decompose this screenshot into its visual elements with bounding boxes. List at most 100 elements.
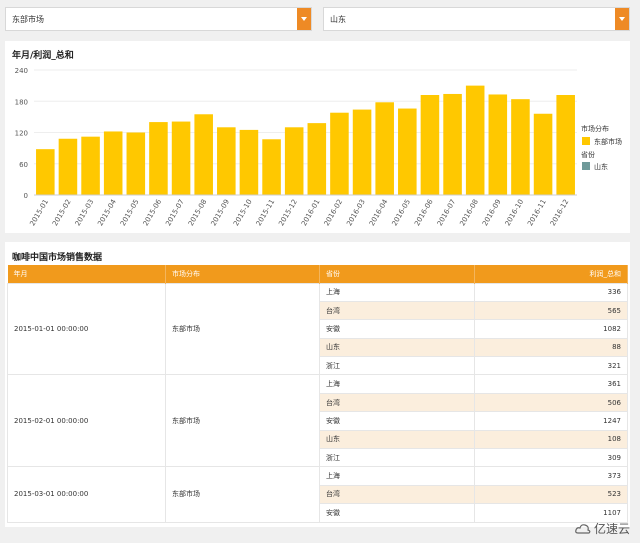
cell-province: 上海 bbox=[319, 466, 475, 486]
legend-item-province: 山东 bbox=[594, 162, 608, 171]
x-tick-label: 2015-01 bbox=[28, 198, 50, 227]
table-header-row: 年月 市场分布 省份 利润_总和 bbox=[7, 265, 628, 283]
bar bbox=[284, 127, 304, 195]
x-tick-label: 2016-07 bbox=[436, 198, 458, 227]
cell-province: 安徽 bbox=[319, 319, 475, 339]
bar bbox=[556, 95, 575, 195]
chart-panel: 年月/利润_总和 0 60 120 180 240 2015-01 2015-02 2015-… bbox=[5, 41, 630, 233]
y-tick-label: 180 bbox=[15, 98, 28, 106]
cell-month: 2015-02-01 00:00:00 bbox=[7, 374, 166, 468]
table-row[interactable]: 2015-01-01 00:00:00 东部市场 上海 336 bbox=[7, 282, 628, 376]
cell-province: 上海 bbox=[319, 374, 475, 394]
cell-profit: 88 bbox=[474, 337, 628, 358]
bar bbox=[443, 93, 462, 195]
table-row[interactable]: 2015-03-01 00:00:00 东部市场 上海 373 bbox=[7, 466, 628, 523]
province-filter[interactable]: 山东 bbox=[323, 7, 630, 31]
y-tick-label: 120 bbox=[15, 130, 28, 138]
y-tick-label: 60 bbox=[19, 161, 28, 169]
cell-profit: 373 bbox=[474, 466, 628, 486]
x-tick-label: 2015-05 bbox=[119, 198, 141, 227]
cell-province: 台湾 bbox=[319, 392, 475, 413]
x-tick-label: 2016-01 bbox=[300, 198, 322, 227]
bar bbox=[352, 109, 372, 195]
x-tick-label: 2015-12 bbox=[277, 198, 299, 227]
col-header-profit[interactable]: 利润_总和 bbox=[474, 265, 628, 283]
cell-province: 浙江 bbox=[319, 356, 475, 376]
x-tick-label: 2015-09 bbox=[209, 198, 231, 227]
legend-item-market: 东部市场 bbox=[594, 137, 622, 146]
bar bbox=[103, 131, 123, 195]
col-header-month[interactable]: 年月 bbox=[7, 265, 166, 283]
x-tick-label: 2016-12 bbox=[549, 198, 571, 227]
bar bbox=[262, 139, 281, 195]
y-tick-label: 240 bbox=[15, 67, 28, 75]
cell-profit: 523 bbox=[474, 484, 628, 505]
col-header-market[interactable]: 市场分布 bbox=[165, 265, 320, 283]
x-tick-label: 2016-08 bbox=[458, 198, 480, 227]
cell-month: 2015-03-01 00:00:00 bbox=[7, 466, 166, 523]
bar bbox=[398, 108, 417, 195]
bar bbox=[420, 95, 440, 195]
x-tick-label: 2015-10 bbox=[232, 198, 254, 227]
x-tick-label: 2016-09 bbox=[481, 198, 503, 227]
bar bbox=[126, 132, 146, 195]
cell-market: 东部市场 bbox=[165, 282, 320, 376]
cell-province: 浙江 bbox=[319, 448, 475, 468]
bar bbox=[149, 122, 168, 195]
x-tick-label: 2015-03 bbox=[74, 198, 96, 227]
watermark-text: 亿速云 bbox=[593, 522, 630, 536]
bar-chart: 0 60 120 180 240 2015-01 2015-02 2015-03 2015-04… bbox=[15, 67, 622, 228]
legend-title-province: 省份 bbox=[581, 150, 595, 159]
cell-province: 台湾 bbox=[319, 300, 475, 321]
x-tick-label: 2015-11 bbox=[255, 198, 277, 227]
x-tick-label: 2015-08 bbox=[187, 198, 209, 227]
cell-profit: 309 bbox=[474, 448, 628, 468]
x-tick-label: 2016-11 bbox=[526, 198, 548, 227]
sales-table: 年月 市场分布 省份 利润_总和 2015-01-01 00:00:00 东部市场… bbox=[7, 265, 628, 523]
table-title: 咖啡中国市场销售数据 bbox=[12, 253, 103, 263]
bar bbox=[307, 123, 327, 195]
cell-profit: 1082 bbox=[474, 319, 628, 339]
cell-province: 安徽 bbox=[319, 503, 475, 523]
chevron-down-icon[interactable] bbox=[615, 8, 629, 30]
cell-market: 东部市场 bbox=[165, 374, 320, 468]
bar bbox=[58, 138, 78, 195]
legend-title-market: 市场分布 bbox=[581, 124, 609, 133]
bar bbox=[375, 102, 394, 195]
bar bbox=[239, 129, 259, 195]
market-filter-value: 东部市场 bbox=[12, 15, 44, 24]
col-header-province[interactable]: 省份 bbox=[319, 265, 475, 283]
chevron-down-icon[interactable] bbox=[297, 8, 311, 30]
cell-province: 台湾 bbox=[319, 484, 475, 505]
cell-profit: 108 bbox=[474, 429, 628, 450]
bar bbox=[217, 127, 236, 195]
cell-profit: 336 bbox=[474, 282, 628, 302]
x-tick-label: 2016-04 bbox=[368, 198, 390, 228]
y-tick-label: 0 bbox=[24, 192, 28, 200]
cell-market: 东部市场 bbox=[165, 466, 320, 523]
watermark-logo: 亿速云 bbox=[575, 520, 630, 537]
bar bbox=[194, 114, 213, 195]
x-tick-label: 2015-06 bbox=[142, 198, 164, 228]
bar bbox=[171, 121, 191, 195]
table-panel: 咖啡中国市场销售数据 年月 市场分布 省份 利润_总和 2015-01-01 0… bbox=[5, 242, 630, 527]
table-row[interactable]: 2015-02-01 00:00:00 东部市场 上海 361 bbox=[7, 374, 628, 468]
cell-province: 山东 bbox=[319, 429, 475, 450]
bar bbox=[511, 99, 530, 195]
cell-profit: 565 bbox=[474, 300, 628, 321]
bar bbox=[488, 94, 508, 195]
x-tick-label: 2015-02 bbox=[51, 198, 73, 227]
cell-profit: 506 bbox=[474, 392, 628, 413]
cell-province: 上海 bbox=[319, 282, 475, 302]
cell-month: 2015-01-01 00:00:00 bbox=[7, 282, 166, 376]
bar bbox=[533, 113, 553, 195]
x-tick-label: 2016-10 bbox=[504, 198, 526, 227]
cell-province: 山东 bbox=[319, 337, 475, 358]
bar bbox=[465, 85, 485, 195]
cell-profit: 321 bbox=[474, 356, 628, 376]
x-tick-label: 2015-07 bbox=[164, 198, 186, 227]
bar bbox=[330, 112, 349, 195]
cell-profit: 1247 bbox=[474, 411, 628, 431]
bar bbox=[36, 149, 55, 195]
market-filter[interactable]: 东部市场 bbox=[5, 7, 312, 31]
